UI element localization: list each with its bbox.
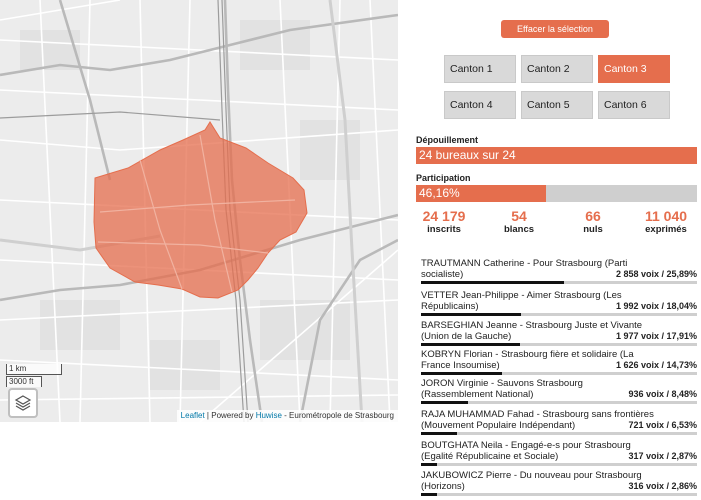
map-attribution: Leaflet | Powered by Huwise - Eurométrop… — [176, 410, 398, 422]
canton-5-button[interactable]: Canton 5 — [521, 91, 593, 119]
candidate-name: JORON Virginie - Sauvons Strasbourg — [421, 378, 583, 389]
candidate-result: 317 voix / 2,87% — [628, 451, 697, 461]
candidate-row: JORON Virginie - Sauvons Strasbourg (Ras… — [421, 378, 697, 404]
attribution-owner: - Eurométropole de Strasbourg — [281, 411, 394, 420]
stat-exprimes: 11 040 exprimés — [634, 208, 698, 236]
stat-label: inscrits — [427, 224, 461, 235]
candidate-name: VETTER Jean-Philippe - Aimer Strasbourg … — [421, 290, 622, 301]
canton-2-button[interactable]: Canton 2 — [521, 55, 593, 83]
candidate-bar-fill — [421, 493, 437, 496]
stat-inscrits: 24 179 inscrits — [416, 208, 472, 236]
candidate-bar-fill — [421, 401, 468, 404]
leaflet-link[interactable]: Leaflet — [181, 411, 205, 420]
candidate-bar-fill — [421, 343, 520, 346]
candidate-bar-fill — [421, 432, 458, 435]
candidate-bar — [421, 401, 697, 404]
map[interactable]: 1 km 3000 ft Leaflet | Powered by Huwise… — [0, 0, 398, 422]
stat-value: 54 — [511, 208, 527, 224]
candidate-result: 1 977 voix / 17,91% — [615, 331, 697, 341]
candidate-bar — [421, 493, 697, 496]
candidate-result: 1 992 voix / 18,04% — [615, 301, 697, 311]
canton-6-button[interactable]: Canton 6 — [598, 91, 670, 119]
depouillement-bar: 24 bureaux sur 24 — [416, 147, 697, 164]
candidate-row: BARSEGHIAN Jeanne - Strasbourg Juste et … — [421, 320, 697, 346]
candidate-name: RAJA MUHAMMAD Fahad - Strasbourg sans fr… — [421, 409, 654, 420]
map-tiles — [0, 0, 398, 422]
scale-km: 1 km — [6, 364, 62, 375]
candidate-bar — [421, 372, 697, 375]
candidate-result: 721 voix / 6,53% — [628, 420, 697, 430]
stat-value: 66 — [585, 208, 601, 224]
depouillement-text: 24 bureaux sur 24 — [419, 148, 516, 162]
stat-label: blancs — [503, 224, 535, 235]
layers-button[interactable] — [8, 388, 38, 418]
participation-text: 46,16% — [419, 186, 460, 200]
candidate-bar-fill — [421, 313, 521, 316]
layers-icon — [14, 395, 32, 411]
stat-nuls: 66 nuls — [568, 208, 618, 236]
candidate-bar-fill — [421, 281, 564, 284]
candidate-name: TRAUTMANN Catherine - Pour Strasbourg (P… — [421, 258, 628, 269]
stat-blancs: 54 blancs — [494, 208, 544, 236]
participation-title: Participation — [416, 173, 471, 183]
map-scale: 1 km 3000 ft — [6, 364, 62, 387]
depouillement-title: Dépouillement — [416, 135, 479, 145]
candidate-row: VETTER Jean-Philippe - Aimer Strasbourg … — [421, 290, 697, 316]
candidate-result: 2 858 voix / 25,89% — [615, 269, 697, 279]
canton-4-button[interactable]: Canton 4 — [444, 91, 516, 119]
canton-3-button[interactable]: Canton 3 — [598, 55, 670, 83]
candidate-bar — [421, 463, 697, 466]
stat-value: 11 040 — [644, 208, 688, 224]
huwise-link[interactable]: Huwise — [256, 411, 282, 420]
scale-ft: 3000 ft — [6, 376, 42, 387]
candidate-bar — [421, 313, 697, 316]
attribution-separator: | Powered by — [204, 411, 256, 420]
candidate-bar-fill — [421, 463, 437, 466]
candidate-row: BOUTGHATA Neila - Engagé-e-s pour Strasb… — [421, 440, 697, 466]
candidate-name: KOBRYN Florian - Strasbourg fière et sol… — [421, 349, 634, 360]
stat-value: 24 179 — [422, 208, 466, 224]
candidate-row: KOBRYN Florian - Strasbourg fière et sol… — [421, 349, 697, 375]
candidate-row: RAJA MUHAMMAD Fahad - Strasbourg sans fr… — [421, 409, 697, 435]
candidate-result: 936 voix / 8,48% — [628, 389, 697, 399]
candidate-name: JAKUBOWICZ Pierre - Du nouveau pour Stra… — [421, 470, 642, 481]
canton-1-button[interactable]: Canton 1 — [444, 55, 516, 83]
stat-label: nuls — [583, 224, 603, 235]
candidate-bar-fill — [421, 372, 503, 375]
stat-label: exprimés — [645, 224, 687, 235]
candidate-row: TRAUTMANN Catherine - Pour Strasbourg (P… — [421, 258, 697, 284]
candidate-result: 1 626 voix / 14,73% — [615, 360, 697, 370]
candidate-bar — [421, 281, 697, 284]
participation-bar: 46,16% — [416, 185, 697, 202]
candidate-row: JAKUBOWICZ Pierre - Du nouveau pour Stra… — [421, 470, 697, 496]
candidate-name: BARSEGHIAN Jeanne - Strasbourg Juste et … — [421, 320, 643, 331]
candidate-bar — [421, 343, 697, 346]
clear-selection-button[interactable]: Effacer la sélection — [501, 20, 609, 38]
candidate-result: 316 voix / 2,86% — [628, 481, 697, 491]
candidate-bar — [421, 432, 697, 435]
candidate-name: BOUTGHATA Neila - Engagé-e-s pour Strasb… — [421, 440, 631, 451]
